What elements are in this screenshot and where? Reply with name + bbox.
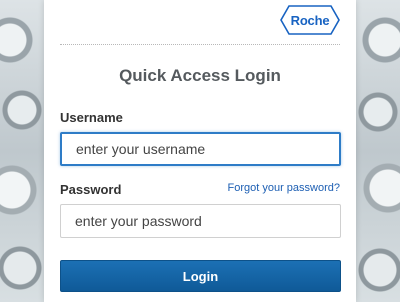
divider [60, 44, 340, 45]
password-input[interactable] [60, 204, 341, 238]
username-label: Username [60, 110, 123, 125]
password-label: Password [60, 182, 122, 197]
forgot-password-link[interactable]: Forgot your password? [228, 182, 341, 194]
login-button[interactable]: Login [60, 260, 341, 292]
login-card: Roche Quick Access Login Username Passwo… [44, 0, 356, 302]
page-title: Quick Access Login [119, 66, 281, 85]
username-input[interactable] [60, 132, 341, 166]
logo-text: Roche [290, 12, 330, 28]
roche-logo: Roche [280, 5, 340, 35]
